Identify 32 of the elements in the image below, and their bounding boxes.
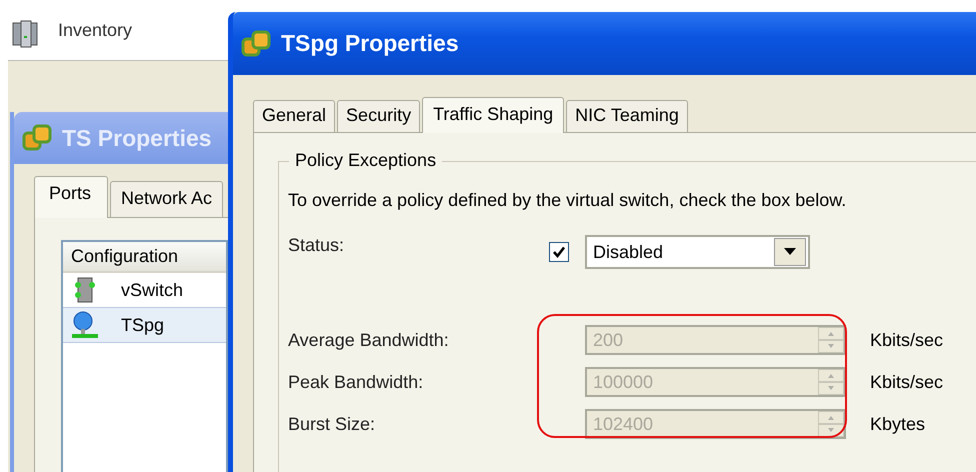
tab[interactable]: NIC Teaming (566, 100, 688, 132)
spin-arrows-icon (818, 411, 844, 437)
unit-label: Kbytes (869, 414, 926, 434)
field-label: Peak Bandwidth: (288, 372, 424, 392)
dropdown-arrow-icon (784, 248, 796, 256)
server-icon (12, 20, 38, 48)
list-item[interactable]: TSpg (63, 307, 226, 343)
window-title: TS Properties (62, 124, 212, 152)
status-dropdown[interactable]: Disabled (585, 235, 810, 269)
unit-label: Kbits/sec (869, 372, 944, 392)
tab[interactable]: Network Ac (110, 181, 224, 217)
unit-label: Kbits/sec (869, 330, 944, 350)
checkmark-icon (552, 245, 566, 259)
field-label: Average Bandwidth: (288, 330, 450, 350)
inventory-label[interactable]: Inventory (58, 20, 132, 41)
window-title: TSpg Properties (281, 30, 459, 57)
tab[interactable]: Traffic Shaping (422, 97, 564, 133)
tab[interactable]: General (253, 100, 336, 132)
description-text: To override a policy defined by the virtual switch, check the box below. (288, 190, 848, 211)
app-icon (241, 28, 271, 58)
spin-arrows-icon (818, 369, 844, 395)
column-header[interactable]: Configuration (63, 242, 226, 273)
app-icon (22, 123, 52, 153)
tab[interactable]: Security (337, 100, 420, 132)
spin-arrows-icon (818, 327, 844, 353)
tab[interactable]: Ports (34, 176, 108, 218)
network-globe-icon (71, 311, 99, 339)
status-label: Status: (288, 235, 346, 256)
list-item[interactable]: vSwitch (63, 273, 226, 307)
field-label: Burst Size: (288, 414, 376, 434)
status-checkbox[interactable] (549, 242, 569, 262)
group-title: Policy Exceptions (289, 150, 442, 171)
